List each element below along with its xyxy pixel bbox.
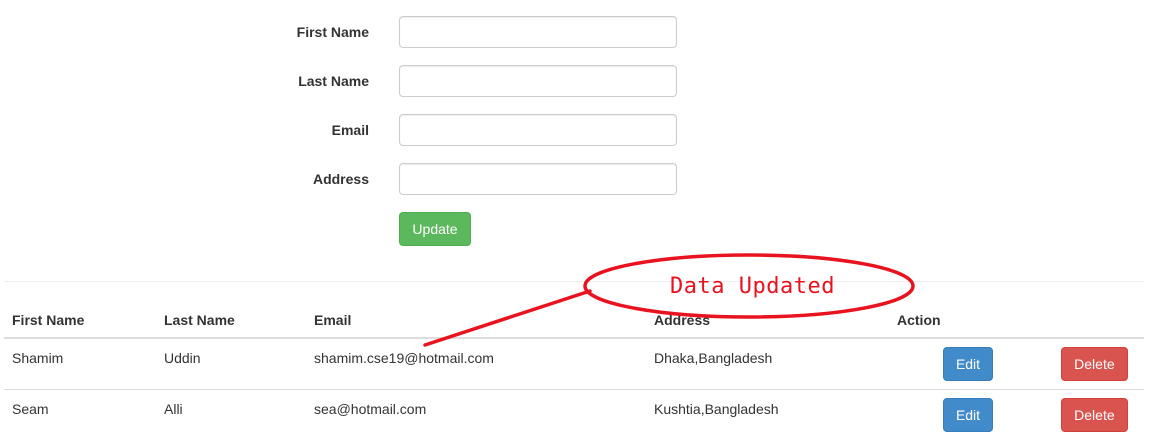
page: First Name Last Name Email Address Updat…: [0, 0, 1162, 447]
last-name-row: Last Name: [0, 65, 700, 99]
cell-email: sea@hotmail.com: [314, 400, 427, 417]
header-email: Email: [306, 302, 646, 339]
cell-actions: Edit Delete: [889, 338, 1144, 390]
email-row: Email: [0, 114, 700, 148]
address-label: Address: [312, 171, 369, 187]
cell-last-name: Alli: [164, 400, 183, 417]
section-divider: [4, 281, 1144, 282]
cell-address: Dhaka,Bangladesh: [646, 338, 889, 390]
address-input[interactable]: [399, 163, 677, 195]
last-name-label: Last Name: [298, 73, 369, 89]
header-last-name: Last Name: [156, 302, 306, 339]
annotation-label: Data Updated: [670, 274, 835, 299]
first-name-label: First Name: [296, 24, 369, 40]
delete-button[interactable]: Delete: [1060, 397, 1128, 432]
cell-first-name: Shamim: [4, 338, 156, 390]
users-table: First Name Last Name Email Address Actio…: [4, 302, 1144, 440]
cell-email: shamim.cse19@hotmail.com: [306, 338, 646, 390]
last-name-input[interactable]: [399, 65, 677, 97]
first-name-input[interactable]: [399, 16, 677, 48]
cell-first-name: Seam: [12, 400, 49, 417]
table-header-row: First Name Last Name Email Address Actio…: [4, 302, 1144, 339]
cell-address: Kushtia,Bangladesh: [654, 400, 779, 417]
update-button[interactable]: Update: [399, 212, 471, 246]
edit-button[interactable]: Edit: [943, 347, 993, 381]
cell-actions: Edit Delete: [889, 389, 1144, 440]
email-label: Email: [331, 122, 369, 138]
delete-button[interactable]: Delete: [1060, 347, 1128, 381]
table-row: Seam Alli sea@hotmail.com Kushtia,Bangla…: [4, 389, 1144, 440]
header-action: Action: [889, 302, 1144, 339]
email-input[interactable]: [399, 114, 677, 146]
header-first-name: First Name: [4, 302, 156, 339]
cell-last-name: Uddin: [156, 338, 306, 390]
table-row: Shamim Uddin shamim.cse19@hotmail.com Dh…: [4, 338, 1144, 390]
edit-button[interactable]: Edit: [943, 397, 993, 432]
first-name-row: First Name: [0, 16, 700, 50]
address-row: Address: [0, 163, 700, 197]
header-address: Address: [646, 302, 889, 339]
